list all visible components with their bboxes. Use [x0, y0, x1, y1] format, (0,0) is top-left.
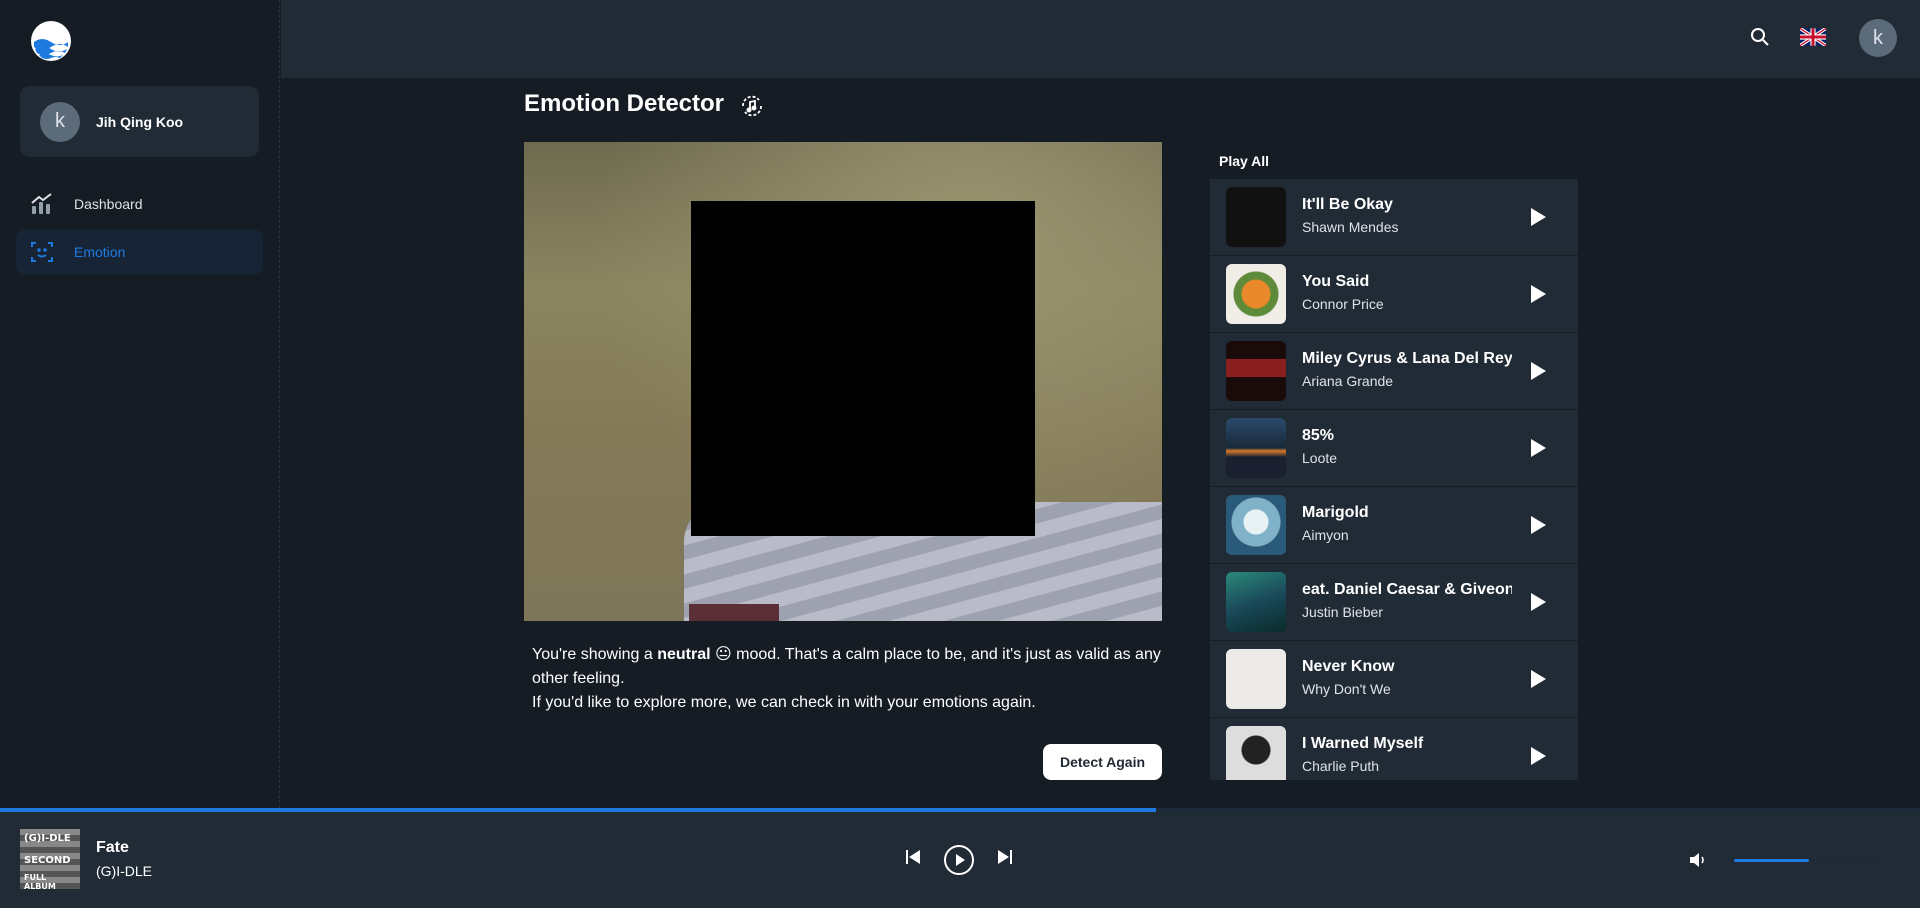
user-name: Jih Qing Koo: [96, 113, 184, 130]
cover-text: SECOND: [24, 855, 71, 866]
track-row[interactable]: It'll Be Okay Shawn Mendes: [1210, 179, 1578, 256]
track-artist: Why Don't We: [1302, 681, 1391, 697]
search-icon[interactable]: [1749, 26, 1771, 48]
face-redaction-box: [691, 201, 1035, 536]
playlist: It'll Be Okay Shawn Mendes You Said Connor…: [1210, 179, 1578, 780]
track-row[interactable]: Never Know Why Don't We: [1210, 641, 1578, 718]
track-title: Never Know: [1302, 658, 1395, 675]
avatar: k: [40, 101, 80, 142]
sidebar-item-dashboard[interactable]: Dashboard: [16, 182, 263, 226]
track-row[interactable]: 85% Loote: [1210, 410, 1578, 487]
skip-previous-icon[interactable]: [904, 848, 922, 866]
play-icon[interactable]: [1525, 513, 1549, 537]
mood-message-line2: If you'd like to explore more, we can ch…: [532, 694, 1036, 711]
sidebar-item-label: Emotion: [74, 244, 126, 260]
page-title: Emotion Detector: [524, 90, 725, 117]
now-playing-title: Fate: [96, 839, 129, 856]
play-icon[interactable]: [1525, 744, 1549, 768]
logo-icon[interactable]: [30, 20, 72, 62]
track-title: Marigold: [1302, 504, 1369, 521]
album-cover: [1226, 418, 1286, 478]
user-card[interactable]: k Jih Qing Koo: [20, 86, 259, 157]
play-icon[interactable]: [1525, 359, 1549, 383]
play-icon[interactable]: [1525, 436, 1549, 460]
now-playing-cover: (G)I-DLE SECOND FULL ALBUM: [20, 829, 80, 889]
track-artist: Aimyon: [1302, 527, 1349, 543]
track-artist: Loote: [1302, 450, 1338, 466]
skip-next-icon[interactable]: [996, 848, 1014, 866]
volume-slider-fill: [1734, 859, 1809, 862]
now-playing-artist: (G)I-DLE: [96, 863, 152, 879]
play-all-button[interactable]: Play All: [1219, 153, 1269, 169]
track-row[interactable]: eat. Daniel Caesar & Giveon) Justin Biebe…: [1210, 564, 1578, 641]
track-artist: Ariana Grande: [1302, 373, 1394, 389]
play-pause-icon[interactable]: [943, 844, 975, 876]
play-icon[interactable]: [1525, 667, 1549, 691]
detect-again-button[interactable]: Detect Again: [1043, 744, 1162, 780]
track-artist: Charlie Puth: [1302, 758, 1380, 774]
track-title: 85%: [1302, 427, 1335, 444]
track-title: It'll Be Okay: [1302, 196, 1393, 213]
mood-emotion: neutral: [657, 646, 711, 663]
album-cover: [1226, 649, 1286, 709]
track-artist: Justin Bieber: [1302, 604, 1383, 620]
chart-icon: [31, 193, 52, 214]
top-bar: k: [281, 0, 1920, 78]
volume-slider[interactable]: [1734, 859, 1884, 862]
face-scan-icon: [31, 242, 53, 262]
play-icon[interactable]: [1525, 282, 1549, 306]
sidebar-item-label: Dashboard: [74, 196, 143, 212]
cover-text: (G)I-DLE: [24, 833, 71, 844]
mood-prefix: You're showing a: [532, 646, 658, 663]
player-bar: (G)I-DLE SECOND FULL ALBUM Fate (G)I-DLE: [0, 812, 1920, 908]
mood-message: You're showing a neutral 😐 mood. That's …: [532, 643, 1162, 715]
album-cover: [1226, 572, 1286, 632]
track-artist: Shawn Mendes: [1302, 219, 1399, 235]
track-row[interactable]: You Said Connor Price: [1210, 256, 1578, 333]
music-refresh-icon[interactable]: [739, 93, 765, 119]
volume-icon[interactable]: [1688, 850, 1708, 870]
track-title: I Warned Myself: [1302, 735, 1424, 752]
track-title: Miley Cyrus & Lana Del Rey): [1302, 350, 1512, 367]
track-artist: Connor Price: [1302, 296, 1384, 312]
track-row[interactable]: Miley Cyrus & Lana Del Rey) Ariana Grande: [1210, 333, 1578, 410]
account-avatar[interactable]: k: [1859, 19, 1897, 57]
sidebar: k Jih Qing Koo Dashboard Emotion: [0, 0, 280, 808]
mood-emoji: 😐: [715, 646, 732, 663]
mood-message-line1: You're showing a neutral 😐 mood. That's …: [532, 643, 1162, 691]
track-row[interactable]: Marigold Aimyon: [1210, 487, 1578, 564]
track-title: You Said: [1302, 273, 1370, 290]
camera-object: [689, 604, 779, 621]
album-cover: [1226, 495, 1286, 555]
play-icon[interactable]: [1525, 205, 1549, 229]
album-cover: [1226, 187, 1286, 247]
sidebar-item-emotion[interactable]: Emotion: [16, 230, 263, 274]
album-cover: [1226, 726, 1286, 780]
uk-flag-icon[interactable]: [1800, 28, 1826, 46]
track-title: eat. Daniel Caesar & Giveon): [1302, 581, 1512, 598]
play-icon[interactable]: [1525, 590, 1549, 614]
album-cover: [1226, 341, 1286, 401]
track-row[interactable]: I Warned Myself Charlie Puth: [1210, 718, 1578, 780]
cover-text: FULL ALBUM: [24, 873, 56, 889]
camera-feed: [524, 142, 1162, 621]
album-cover: [1226, 264, 1286, 324]
